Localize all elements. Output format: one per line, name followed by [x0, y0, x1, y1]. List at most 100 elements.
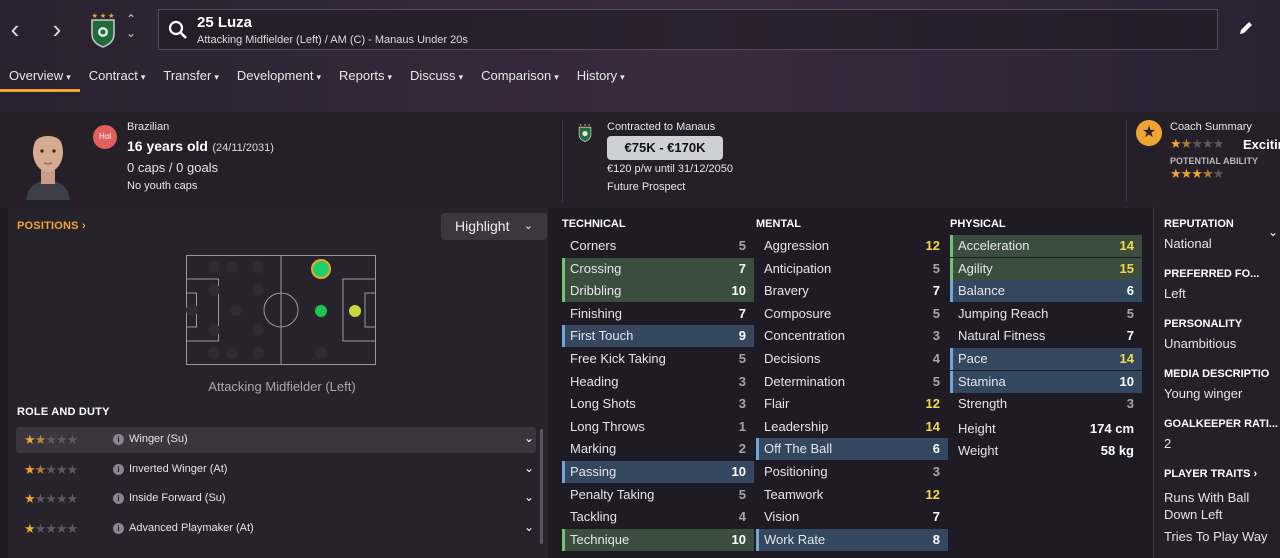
star-half-icon: ★ — [1201, 166, 1214, 181]
tab-history[interactable]: History ▾ — [568, 64, 634, 92]
tab-label: Comparison — [481, 68, 552, 83]
current-ability-stars: ★★★★★ — [1170, 136, 1224, 152]
attribute-row[interactable]: Long Throws 1 — [562, 416, 754, 438]
chevron-down-icon: ⌄ — [523, 220, 533, 232]
attribute-row[interactable]: Acceleration 14 — [950, 235, 1142, 257]
attribute-name: Natural Fitness — [958, 328, 1046, 344]
role-row-inside-forward[interactable]: ★★★★★ i Inside Forward (Su) ⌄ — [16, 486, 536, 512]
role-row-advanced-playmaker[interactable]: ★★★★★ i Advanced Playmaker (At) ⌄ — [16, 516, 536, 542]
attribute-row[interactable]: Heading 3 — [562, 371, 754, 393]
attribute-row[interactable]: Decisions 4 — [756, 348, 948, 370]
star-empty-icon: ★★★ — [45, 462, 78, 477]
chevron-down-icon[interactable]: ⌄ — [524, 490, 534, 504]
tab-contract[interactable]: Contract ▾ — [80, 64, 155, 92]
role-duty-title: ROLE AND DUTY — [17, 406, 110, 418]
attribute-row[interactable]: Finishing 7 — [562, 303, 754, 325]
attribute-row[interactable]: Positioning 3 — [756, 461, 948, 483]
info-icon[interactable]: i — [113, 464, 124, 475]
role-stars: ★★★★★ — [24, 432, 78, 448]
attribute-row[interactable]: Vision 7 — [756, 506, 948, 528]
search-icon[interactable] — [167, 19, 189, 41]
attribute-row[interactable]: Passing 10 — [562, 461, 754, 483]
attribute-row[interactable]: Marking 2 — [562, 438, 754, 460]
attribute-row[interactable]: Off The Ball 6 — [756, 438, 948, 461]
attribute-row[interactable]: Strength 3 — [950, 393, 1142, 415]
chevron-down-icon: ▾ — [214, 72, 219, 82]
attribute-name: Passing — [570, 464, 617, 479]
attribute-value: 3 — [1126, 396, 1134, 412]
attribute-row[interactable]: Pace 14 — [950, 348, 1142, 370]
tab-reports[interactable]: Reports ▾ — [330, 64, 401, 92]
attribute-value: 14 — [1119, 238, 1134, 253]
attribute-row[interactable]: Stamina 10 — [950, 370, 1142, 393]
tab-development[interactable]: Development ▾ — [228, 64, 330, 92]
attribute-row[interactable]: Work Rate 8 — [756, 528, 948, 551]
tab-transfer[interactable]: Transfer ▾ — [154, 64, 227, 92]
trait-item: Down Left — [1164, 507, 1223, 522]
attribute-value: 5 — [1126, 305, 1134, 321]
attribute-value: 4 — [932, 351, 940, 366]
player-switch-icon[interactable]: ⌃ ⌄ — [124, 12, 138, 40]
star-icon: ★ — [1170, 136, 1182, 151]
player-title-box[interactable]: 25 Luza Attacking Midfielder (Left) / AM… — [158, 9, 1218, 50]
highlight-dropdown[interactable]: Highlight ⌄ — [441, 213, 547, 240]
attribute-row[interactable]: Composure 5 — [756, 303, 948, 325]
attribute-value: 7 — [738, 305, 746, 321]
attribute-row[interactable]: Technique 10 — [562, 528, 754, 551]
transfer-value-badge[interactable]: €75K - €170K — [607, 136, 723, 160]
chevron-down-icon: ▾ — [66, 72, 71, 82]
attribute-row[interactable]: Dribbling 10 — [562, 280, 754, 303]
attribute-name: Leadership — [764, 418, 829, 434]
player-header: Hol Brazilian 16 years old (24/11/2031) … — [0, 112, 1280, 208]
attribute-row[interactable]: Penalty Taking 5 — [562, 484, 754, 506]
scrollbar[interactable] — [540, 429, 543, 544]
tab-overview[interactable]: Overview ▾ — [0, 64, 80, 92]
positions-link[interactable]: POSITIONS › — [17, 220, 86, 232]
attribute-row[interactable]: Agility 15 — [950, 257, 1142, 280]
info-icon[interactable]: i — [113, 493, 124, 504]
star-empty-icon: ★★★★ — [34, 491, 79, 506]
back-arrow-icon[interactable]: ‹ — [2, 16, 28, 44]
chevron-down-icon[interactable]: ⌄ — [524, 431, 534, 445]
youth-caps: No youth caps — [127, 180, 198, 192]
attribute-row[interactable]: Anticipation 5 — [756, 258, 948, 280]
star-icon: ★ — [1136, 120, 1162, 146]
attribute-row[interactable]: First Touch 9 — [562, 325, 754, 348]
attribute-name: Marking — [570, 441, 617, 457]
attribute-row[interactable]: Concentration 3 — [756, 325, 948, 347]
attribute-row[interactable]: Aggression 12 — [756, 235, 948, 257]
attribute-row[interactable]: Leadership 14 — [756, 416, 948, 438]
attribute-row[interactable]: Balance 6 — [950, 280, 1142, 303]
edit-icon[interactable] — [1238, 20, 1254, 36]
attribute-row[interactable]: Teamwork 12 — [756, 484, 948, 506]
tab-comparison[interactable]: Comparison ▾ — [472, 64, 568, 92]
attribute-row[interactable]: Corners 5 — [562, 235, 754, 257]
attribute-row[interactable]: Tackling 4 — [562, 506, 754, 528]
player-traits-link[interactable]: PLAYER TRAITS › — [1164, 468, 1257, 480]
attribute-row[interactable]: Jumping Reach 5 — [950, 303, 1142, 325]
role-row-inverted-winger[interactable]: ★★★★★ i Inverted Winger (At) ⌄ — [16, 457, 536, 483]
attribute-row[interactable]: Long Shots 3 — [562, 393, 754, 415]
attribute-row[interactable]: Flair 12 — [756, 393, 948, 415]
info-icon[interactable]: i — [113, 523, 124, 534]
chevron-down-icon[interactable]: ⌄ — [524, 461, 534, 475]
tab-discuss[interactable]: Discuss ▾ — [401, 64, 472, 92]
role-row-winger[interactable]: ★★★★★ i Winger (Su) ⌄ — [16, 427, 536, 453]
potential-ability-stars: ★★★★★ — [1170, 166, 1224, 182]
forward-arrow-icon[interactable]: › — [44, 16, 70, 44]
attribute-name: Balance — [958, 283, 1005, 299]
attribute-row[interactable]: Bravery 7 — [756, 280, 948, 302]
role-label: Winger (Su) — [129, 433, 188, 445]
info-sidebar: REPUTATION ⌄ National PREFERRED FO... Le… — [1153, 207, 1280, 558]
chevron-down-icon[interactable]: ⌄ — [1268, 225, 1278, 239]
attribute-row[interactable]: Crossing 7 — [562, 257, 754, 280]
attribute-value: 12 — [925, 486, 940, 502]
chevron-down-icon[interactable]: ⌄ — [524, 520, 534, 534]
info-icon[interactable]: i — [113, 434, 124, 445]
nation-flag-icon[interactable]: Hol — [93, 125, 117, 149]
role-label: Inside Forward (Su) — [129, 492, 226, 504]
mental-column: MENTAL Aggression 12 Anticipation 5 Bravery 7… — [756, 207, 948, 558]
attribute-row[interactable]: Free Kick Taking 5 — [562, 348, 754, 370]
attribute-row[interactable]: Natural Fitness 7 — [950, 325, 1142, 347]
attribute-row[interactable]: Determination 5 — [756, 371, 948, 393]
